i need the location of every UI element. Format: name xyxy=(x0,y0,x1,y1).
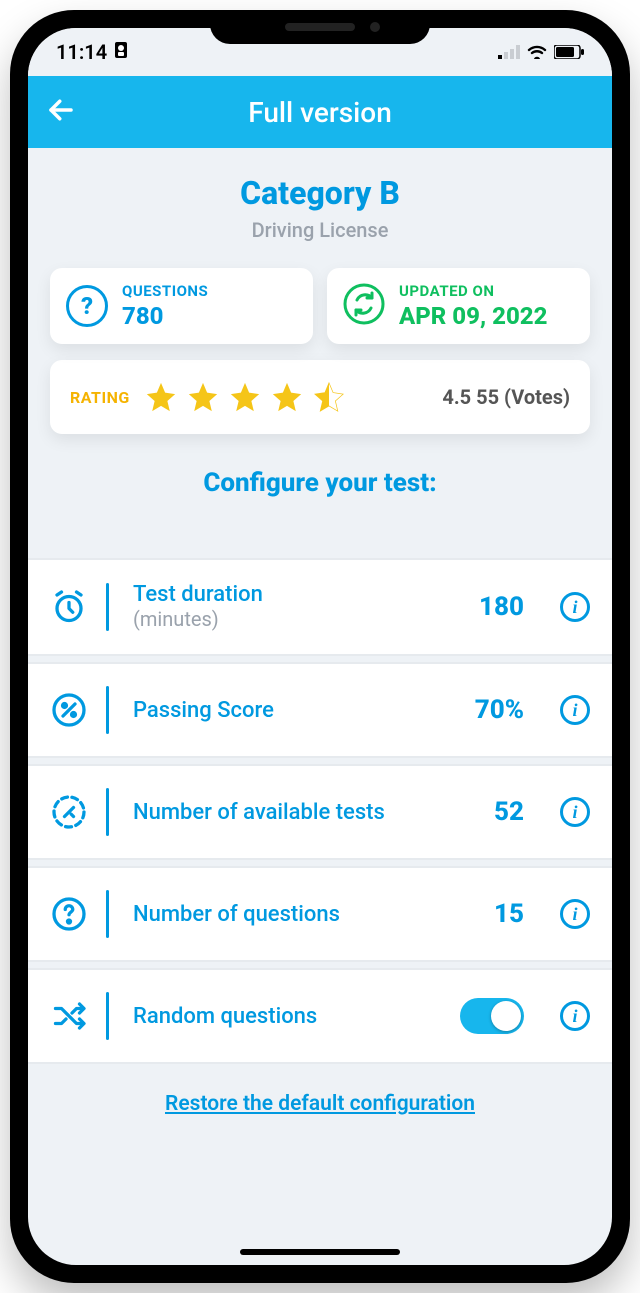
phone-screen: 11:14 xyxy=(28,28,612,1265)
battery-icon xyxy=(554,40,584,64)
rating-text: 4.5 55 (Votes) xyxy=(442,385,570,409)
setting-label-passing: Passing Score xyxy=(133,698,457,723)
rating-card: RATING 4.5 55 (Votes) xyxy=(50,360,590,434)
category-title: Category B xyxy=(50,174,590,212)
setting-label-nquestions: Number of questions xyxy=(133,902,476,927)
header-area: Category B Driving License ? QUESTIONS 7… xyxy=(28,148,612,528)
cellular-icon xyxy=(498,40,520,64)
setting-row-duration[interactable]: Test duration (minutes) 180 i xyxy=(28,558,612,656)
updated-label: UPDATED ON xyxy=(399,282,547,300)
setting-value-passing: 70% xyxy=(475,695,524,725)
back-button[interactable] xyxy=(46,95,76,130)
restore-link-container: Restore the default configuration xyxy=(28,1092,612,1146)
setting-row-nquestions[interactable]: Number of questions 15 i xyxy=(28,866,612,962)
app-bar: Full version xyxy=(28,76,612,148)
test-count-icon xyxy=(50,793,88,831)
setting-value-tests: 52 xyxy=(494,797,524,827)
category-subtitle: Driving License xyxy=(50,218,590,242)
rating-stars xyxy=(144,380,346,414)
status-time: 11:14 xyxy=(56,40,107,64)
refresh-icon xyxy=(343,283,385,329)
info-icon[interactable]: i xyxy=(560,592,590,622)
question-count-icon xyxy=(50,895,88,933)
phone-frame: 11:14 xyxy=(10,10,630,1283)
clock-icon xyxy=(50,588,88,626)
setting-label-random: Random questions xyxy=(133,1004,442,1029)
percent-icon xyxy=(50,691,88,729)
info-icon[interactable]: i xyxy=(560,695,590,725)
shuffle-icon xyxy=(50,997,88,1035)
setting-row-tests[interactable]: Number of available tests 52 i xyxy=(28,764,612,860)
home-indicator[interactable] xyxy=(240,1249,400,1255)
setting-row-passing[interactable]: Passing Score 70% i xyxy=(28,662,612,758)
restore-default-link[interactable]: Restore the default configuration xyxy=(165,1092,475,1116)
wifi-icon xyxy=(526,40,548,64)
info-icon[interactable]: i xyxy=(560,1001,590,1031)
setting-label-duration: Test duration (minutes) xyxy=(133,582,461,632)
configure-heading: Configure your test: xyxy=(50,468,590,498)
setting-label-tests: Number of available tests xyxy=(133,800,476,825)
info-icon[interactable]: i xyxy=(560,899,590,929)
info-icon[interactable]: i xyxy=(560,797,590,827)
updated-value: APR 09, 2022 xyxy=(399,302,547,330)
rating-label: RATING xyxy=(70,388,130,407)
phone-notch xyxy=(210,10,430,44)
settings-list: Test duration (minutes) 180 i Passing Sc… xyxy=(28,528,612,1070)
status-indicator-icon xyxy=(113,40,129,64)
updated-card: UPDATED ON APR 09, 2022 xyxy=(327,268,590,344)
page-title: Full version xyxy=(248,96,392,129)
question-icon: ? xyxy=(66,285,108,327)
questions-label: QUESTIONS xyxy=(122,282,208,300)
setting-value-nquestions: 15 xyxy=(494,899,524,929)
setting-row-random[interactable]: Random questions i xyxy=(28,968,612,1064)
questions-value: 780 xyxy=(122,302,208,330)
random-toggle[interactable] xyxy=(460,998,524,1034)
questions-card: ? QUESTIONS 780 xyxy=(50,268,313,344)
setting-value-duration: 180 xyxy=(479,592,524,622)
